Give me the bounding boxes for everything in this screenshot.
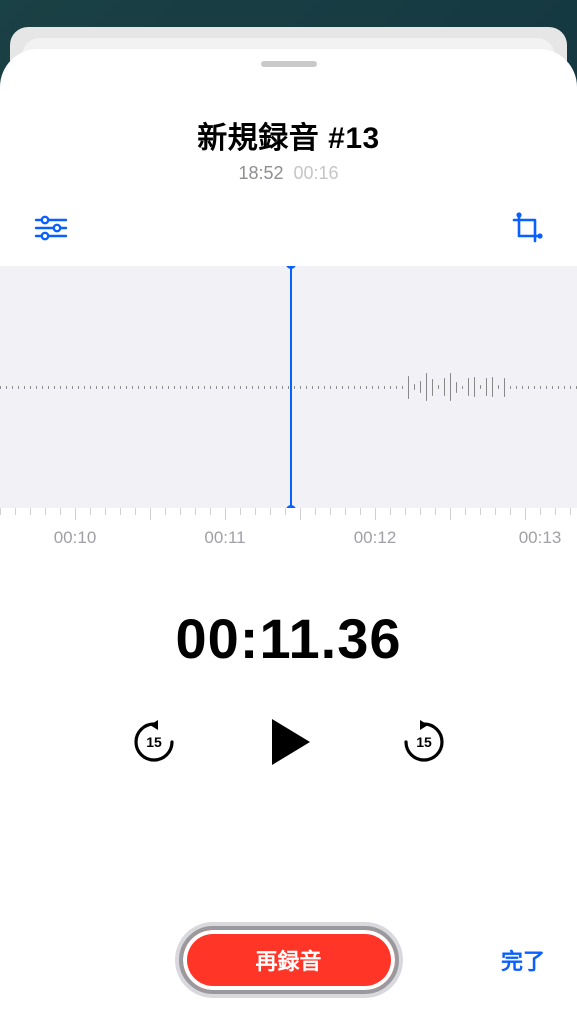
recording-sheet: 新規録音 #13 18:52 00:16 — [0, 49, 577, 1024]
recording-title: 新規録音 #13 — [0, 113, 577, 157]
footer-bar: 再録音 完了 — [0, 922, 577, 998]
svg-text:15: 15 — [416, 734, 432, 750]
current-playback-time: 00:11.36 — [0, 606, 577, 671]
recording-subtitle: 18:52 00:16 — [0, 163, 577, 184]
rerecord-label: 再録音 — [255, 944, 321, 976]
time-ruler-labels: 00:10 00:11 00:12 00:13 — [0, 528, 577, 556]
settings-sliders-icon[interactable] — [34, 215, 68, 241]
skip-forward-15-button[interactable]: 15 — [400, 718, 448, 766]
rerecord-button-ring: 再録音 — [175, 922, 403, 998]
play-button[interactable] — [260, 713, 318, 771]
ruler-label: 00:13 — [519, 528, 562, 548]
trim-crop-icon[interactable] — [511, 212, 543, 244]
waveform — [0, 367, 577, 407]
waveform-area: 00:10 00:11 00:12 00:13 — [0, 266, 577, 556]
recorded-at-time: 18:52 — [238, 163, 283, 183]
playhead[interactable] — [290, 266, 292, 508]
time-ruler — [0, 508, 577, 522]
ruler-label: 00:10 — [54, 528, 97, 548]
ruler-label: 00:12 — [354, 528, 397, 548]
waveform-background[interactable] — [0, 266, 577, 508]
skip-back-15-button[interactable]: 15 — [130, 718, 178, 766]
total-length: 00:16 — [294, 163, 339, 183]
sheet-grabber[interactable] — [261, 61, 317, 67]
ruler-label: 00:11 — [204, 528, 245, 548]
rerecord-button[interactable]: 再録音 — [179, 926, 399, 994]
svg-text:15: 15 — [146, 734, 162, 750]
title-block: 新規録音 #13 18:52 00:16 — [0, 113, 577, 184]
playback-controls: 15 15 — [0, 713, 577, 771]
edit-toolbar — [0, 212, 577, 244]
done-button[interactable]: 完了 — [501, 944, 545, 976]
